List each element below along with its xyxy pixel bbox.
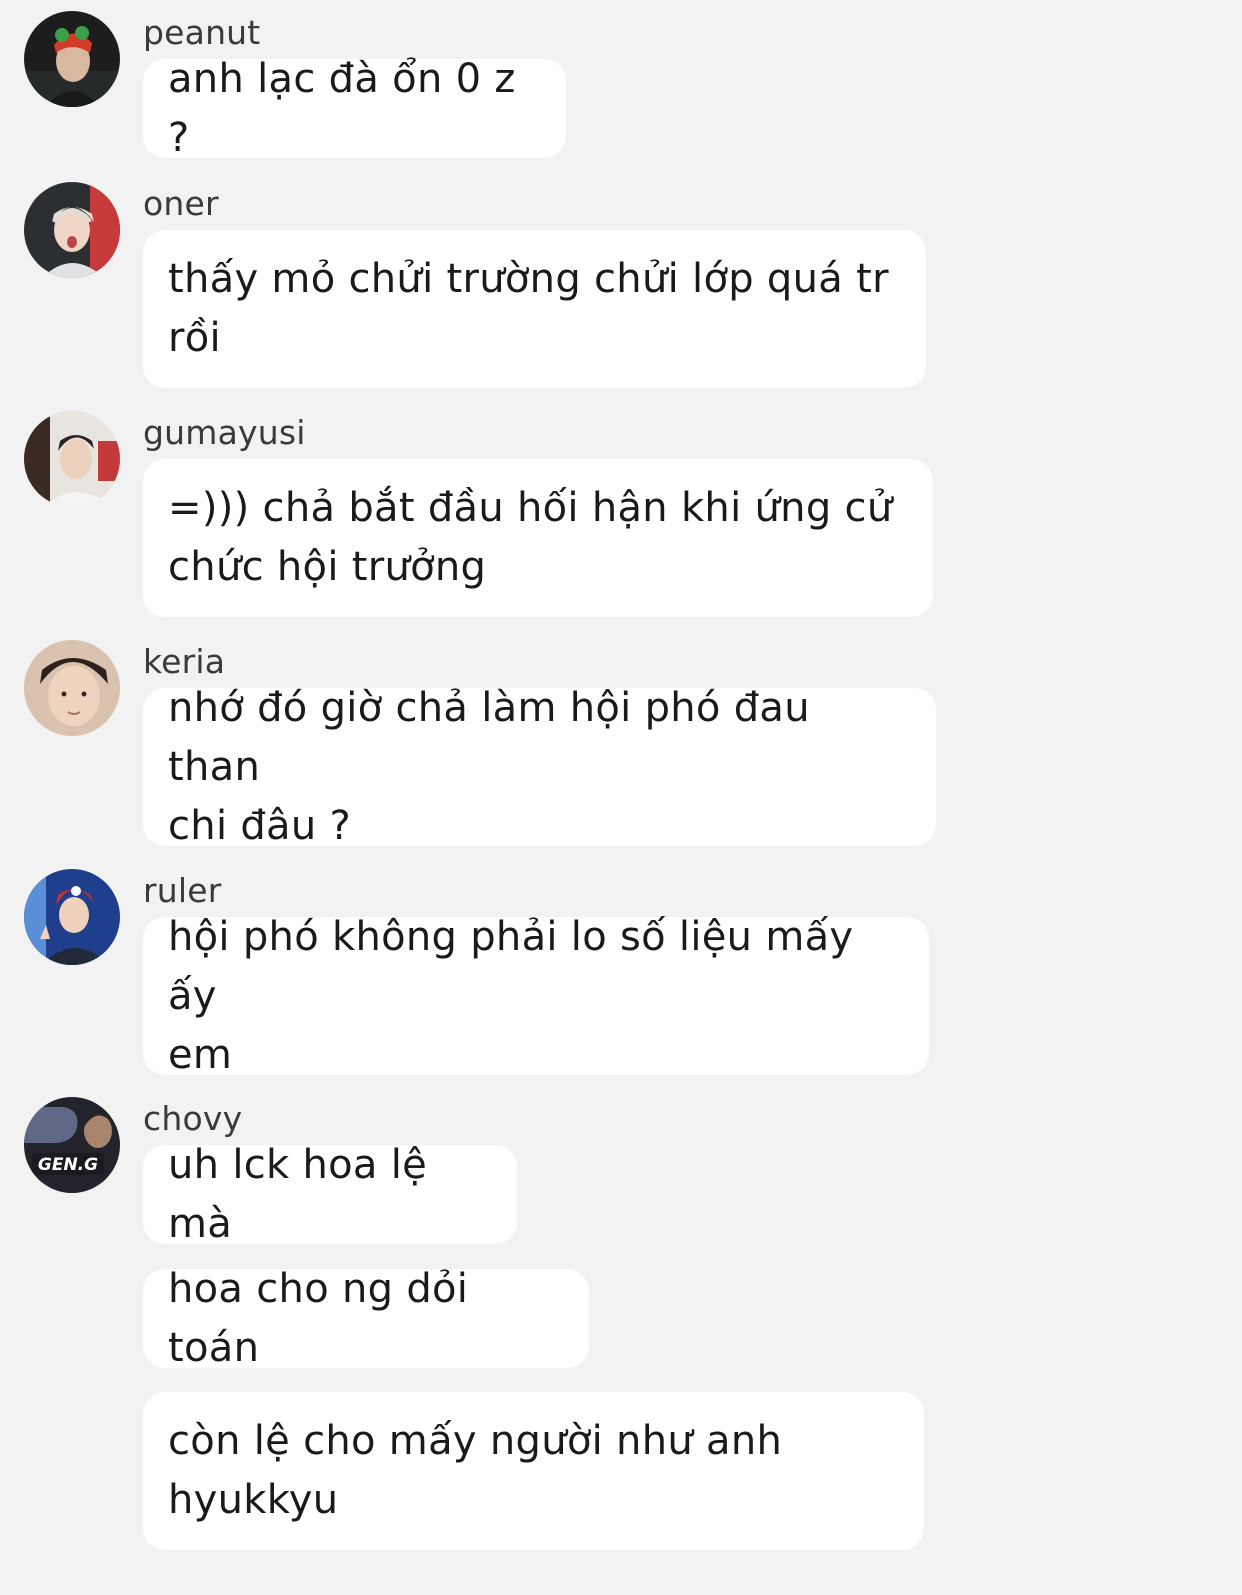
oner-avatar-icon [24,182,120,278]
message-bubble[interactable]: uh lck hoa lệ mà [143,1142,517,1247]
sender-name: chovy [143,1099,243,1138]
sender-name: keria [143,642,226,681]
message-bubble[interactable]: =))) chả bắt đầu hối hận khi ứng cử chức… [143,459,933,617]
sender-name: gumayusi [143,413,306,452]
message-bubble[interactable]: nhớ đó giờ chả làm hội phó đau than chi … [143,685,936,849]
chat-message-list: peanut anh lạc đà ổn 0 z ? oner thấy mỏ … [0,0,1242,1595]
peanut-avatar-icon [24,11,120,107]
avatar[interactable] [24,411,120,507]
avatar[interactable] [24,869,120,965]
avatar[interactable] [24,11,120,107]
message-bubble[interactable]: anh lạc đà ổn 0 z ? [143,56,566,161]
keria-avatar-icon [24,640,120,736]
avatar[interactable] [24,182,120,278]
message-bubble[interactable]: hội phó không phải lo số liệu mấy ấy em [143,914,929,1078]
ruler-avatar-icon [24,869,120,965]
message-bubble[interactable]: còn lệ cho mấy người như anh hyukkyu [143,1392,924,1550]
avatar[interactable] [24,640,120,736]
sender-name: oner [143,184,219,223]
sender-name: peanut [143,13,261,52]
sender-name: ruler [143,871,222,910]
chovy-avatar-icon: GEN.G [24,1097,120,1193]
message-bubble[interactable]: thấy mỏ chửi trường chửi lớp quá tr rồi [143,230,926,388]
avatar[interactable]: GEN.G [24,1097,120,1193]
message-bubble[interactable]: hoa cho ng dỏi toán [143,1266,589,1371]
gumayusi-avatar-icon [24,411,120,507]
avatar-logo-text: GEN.G [38,1155,98,1175]
